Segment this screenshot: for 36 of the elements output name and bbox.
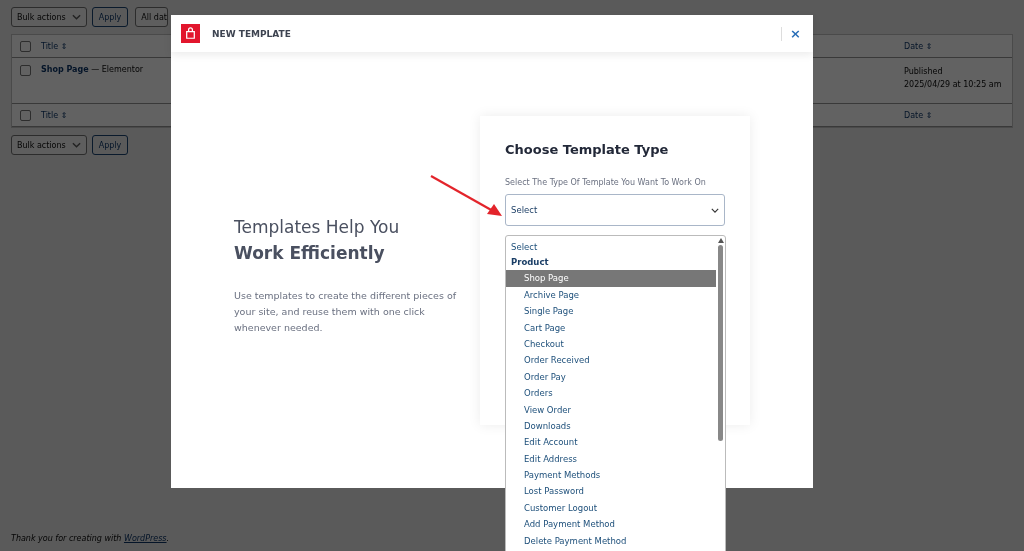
modal-title: NEW TEMPLATE (212, 28, 291, 39)
dropdown-option[interactable]: Payment Methods (506, 467, 716, 484)
dropdown-option[interactable]: Edit Account (506, 434, 716, 451)
post-title: Shop Page — Elementor (41, 65, 144, 74)
dropdown-option[interactable]: Delete Payment Method (506, 532, 716, 550)
dropdown-option[interactable]: Add Payment Method (506, 516, 716, 533)
description: Use templates to create the different pieces of your site, and reuse them with one click whenever needed. (234, 289, 458, 335)
date-cell-text: Published 2025/04/29 at 10:25 am (904, 66, 1003, 91)
option-group-label: Product (510, 256, 550, 270)
footer-text: Thank you for creating with WordPress. (11, 534, 170, 543)
dropdown-option[interactable]: Select (506, 239, 716, 256)
chevron-down-icon (71, 14, 81, 20)
dropdown-option[interactable]: Order Received (506, 352, 716, 369)
dropdown-option[interactable]: Edit Address (506, 450, 716, 468)
scroll-up-icon[interactable] (717, 238, 724, 243)
close-button[interactable]: × (788, 26, 803, 41)
chevron-down-icon (71, 142, 81, 148)
chevron-down-icon (711, 207, 719, 213)
field-label: Select The Type Of Template You Want To Work On (505, 178, 707, 187)
dropdown-option[interactable]: Lost Password (506, 483, 716, 500)
dropdown-option[interactable]: Checkout (506, 335, 716, 353)
dropdown-option[interactable]: Orders (506, 385, 716, 402)
dropdown-option[interactable]: Cart Page (506, 319, 716, 336)
dropdown-option[interactable]: Downloads (506, 417, 716, 435)
checkbox[interactable] (20, 65, 31, 76)
dropdown-option[interactable]: Archive Page (506, 286, 716, 304)
dropdown-option[interactable]: View Order (506, 401, 716, 418)
dropdown-option[interactable]: Order Pay (506, 368, 716, 386)
card-title: Choose Template Type (505, 142, 670, 157)
dropdown-option[interactable]: Shop Page (506, 270, 716, 287)
dropdown-option[interactable]: Customer Logout (506, 499, 716, 517)
heading: Templates Help You Work Efficiently (234, 216, 401, 265)
checkbox[interactable] (20, 109, 31, 121)
checkbox[interactable] (20, 40, 31, 52)
template-type-select[interactable]: Select (505, 194, 725, 226)
dropdown-option[interactable]: Single Page (506, 303, 716, 320)
